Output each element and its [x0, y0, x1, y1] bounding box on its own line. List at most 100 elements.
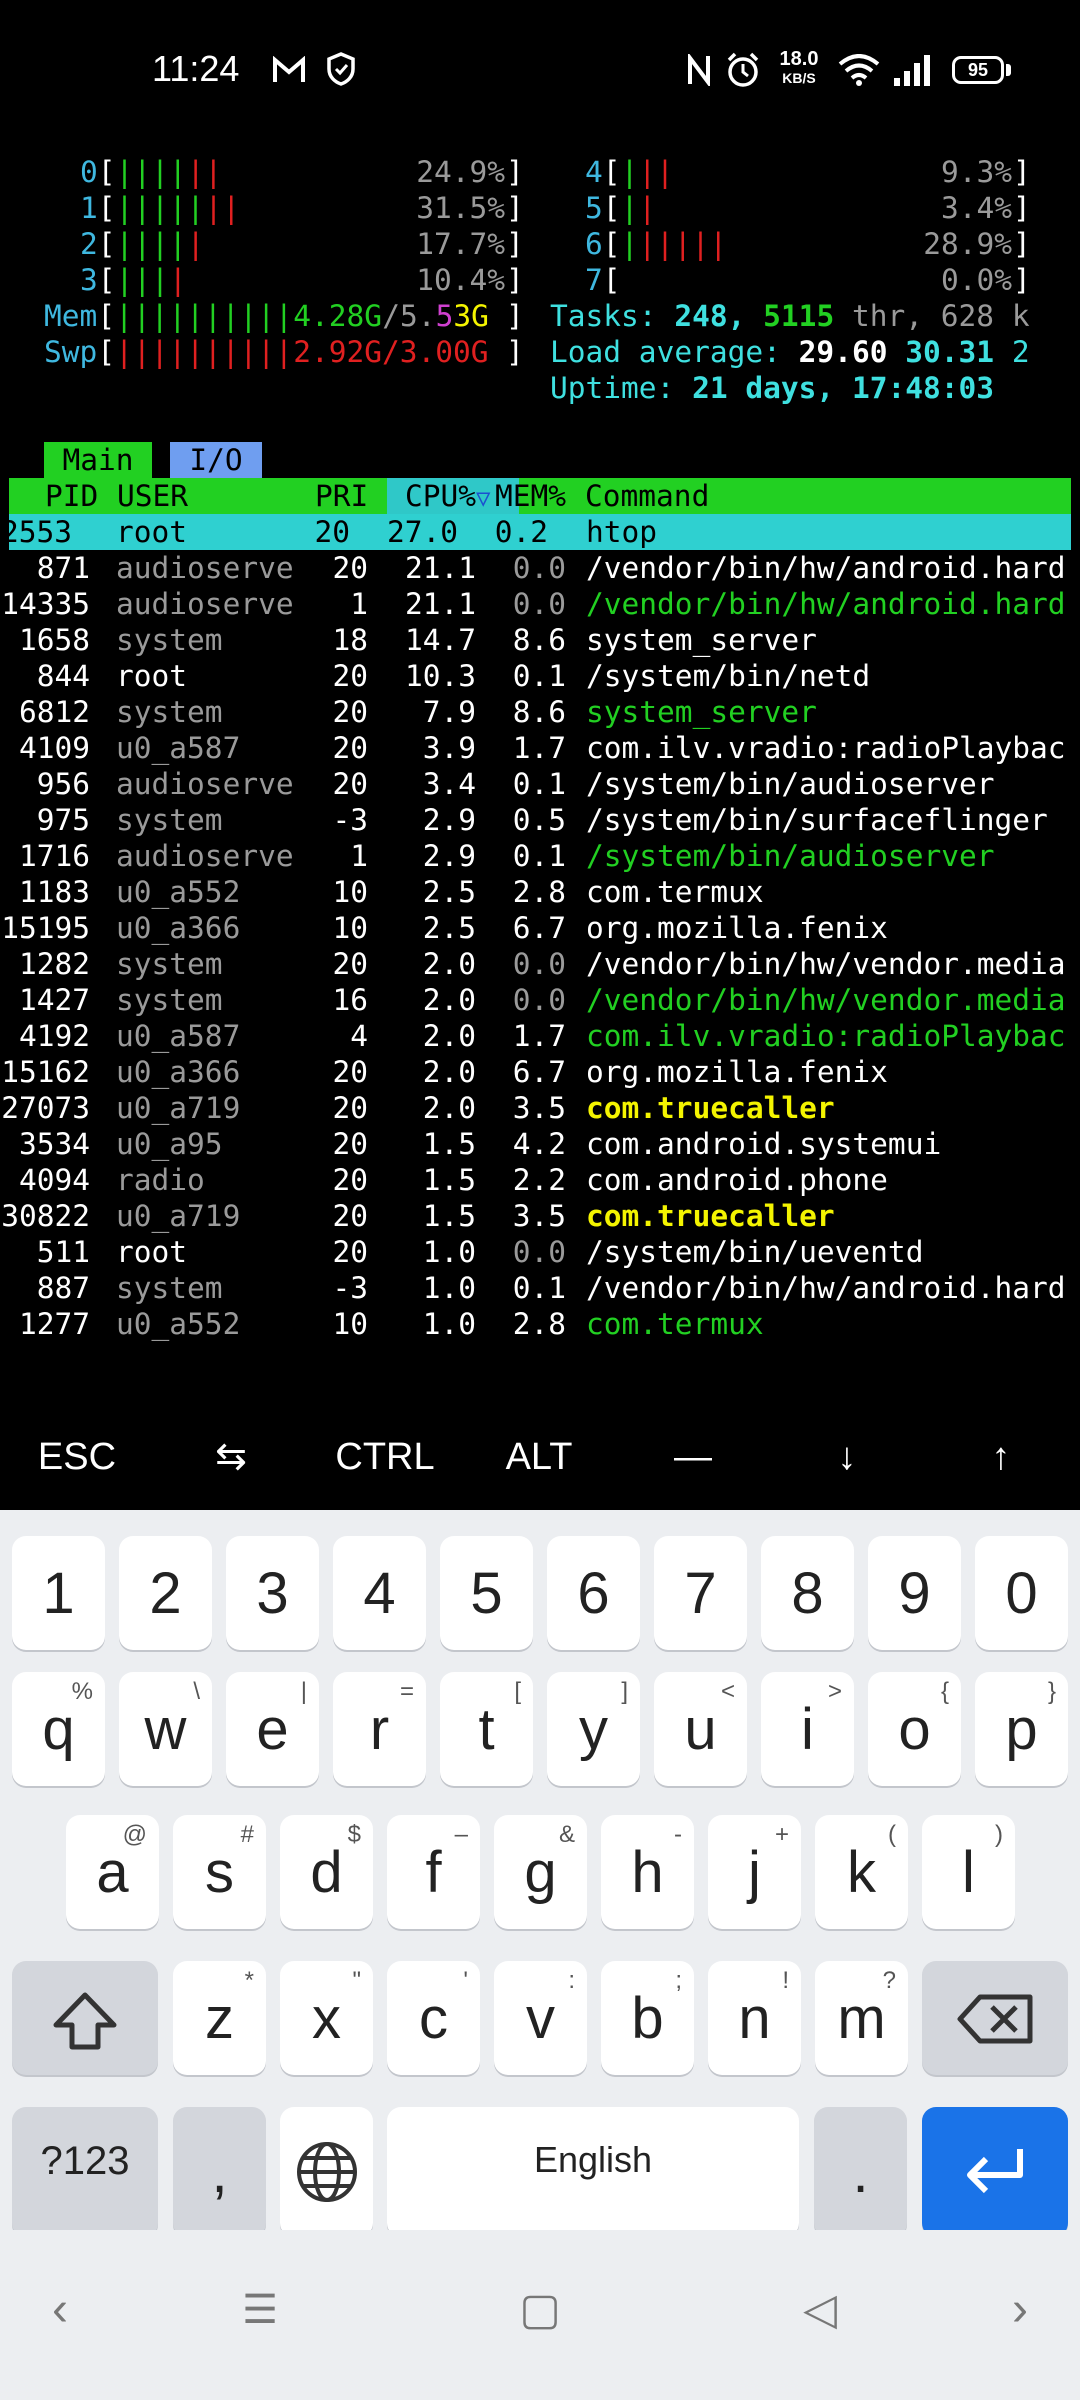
arrow-down-key[interactable]: ↓ [770, 1405, 924, 1510]
tab-main[interactable]: Main [44, 442, 152, 478]
language-key[interactable] [280, 2107, 373, 2237]
key-7[interactable]: 7 [654, 1536, 747, 1650]
backspace-key[interactable] [922, 1961, 1068, 2075]
process-row[interactable]: 956 audioserve 20 3.4 0.1/system/bin/audiose… [0, 766, 1080, 802]
key-m[interactable]: m? [815, 1961, 908, 2075]
key-s[interactable]: s # [173, 1815, 266, 1929]
backspace-icon [957, 1994, 1033, 2044]
process-row[interactable]: 14335 audioserve 1 21.1 0.0/vendor/bin/hw/an… [0, 586, 1080, 622]
process-row[interactable]: 1658 system 18 14.7 8.6 system_server [0, 622, 1080, 658]
key-4[interactable]: 4 [333, 1536, 426, 1650]
key-8[interactable]: 8 [761, 1536, 854, 1650]
column-command[interactable]: Command [585, 478, 709, 514]
key-h[interactable]: h- [601, 1815, 694, 1929]
dash-key[interactable]: — [616, 1405, 770, 1510]
process-row[interactable]: 1277 u0_a552 10 1.0 2.8 com.termux [0, 1306, 1080, 1342]
alt-key[interactable]: ALT [462, 1405, 616, 1510]
column-mem[interactable]: MEM% [495, 478, 566, 514]
process-user: system [116, 1271, 223, 1305]
enter-key[interactable] [922, 2107, 1068, 2237]
space-key[interactable]: English [387, 2107, 799, 2237]
process-row[interactable]: 1716 audioserve 1 2.9 0.1/system/bin/audiose… [0, 838, 1080, 874]
process-row[interactable]: 4109 u0_a587 20 3.9 1.7 com.ilv.vradio:radioP… [0, 730, 1080, 766]
htop-terminal[interactable]: 0[|||| || 24.9%] 1[||||| || 31.5%] 2[|||| | 17.7… [0, 144, 1080, 1522]
enter-icon [967, 2149, 1023, 2194]
nav-left-button[interactable]: ‹ [20, 2270, 100, 2350]
arrow-up-key[interactable]: ↑ [924, 1405, 1078, 1510]
key-v[interactable]: v: [494, 1961, 587, 2075]
process-row[interactable]: 2553 root 20 27.0 0.2 htop [1, 514, 1071, 550]
esc-key[interactable]: ESC [0, 1405, 154, 1510]
key-c[interactable]: c ' [387, 1961, 480, 2075]
key-w[interactable]: w \ [119, 1672, 212, 1786]
process-row[interactable]: 1183 u0_a552 10 2.5 2.8 com.termux [0, 874, 1080, 910]
column-user[interactable]: USER [117, 478, 188, 514]
process-cpu: 1.0 [422, 1235, 476, 1269]
nav-menu-button[interactable]: ☰ [220, 2270, 300, 2350]
process-row[interactable]: 30822 u0_a719 20 1.5 3.5 com.truecaller [0, 1198, 1080, 1234]
key-r[interactable]: r = [333, 1672, 426, 1786]
key-u[interactable]: u < [654, 1672, 747, 1786]
key-n[interactable]: n! [708, 1961, 801, 2075]
key-t[interactable]: t[ [440, 1672, 533, 1786]
key-p-label: p [1005, 1697, 1038, 1762]
process-row[interactable]: 15195 u0_a366 10 2.5 6.7 org.mozilla.fenix [0, 910, 1080, 946]
process-row[interactable]: 975 system -3 2.9 0.5/system/bin/surfaceflin… [0, 802, 1080, 838]
key-0[interactable]: 0 [975, 1536, 1068, 1650]
nav-right-button[interactable]: › [980, 2270, 1060, 2350]
process-command: com.android.systemui [586, 1127, 942, 1161]
process-row[interactable]: 27073 u0_a719 20 2.0 3.5 com.truecaller [0, 1090, 1080, 1126]
process-pid: 6812 [18, 695, 90, 729]
key-l[interactable]: l) [922, 1815, 1015, 1929]
symbols-key[interactable]: ?123 [12, 2107, 158, 2237]
key-i[interactable]: i > [761, 1672, 854, 1786]
process-row[interactable]: 511 root 20 1.0 0.0/system/bin/ueventd [0, 1234, 1080, 1270]
tab-io[interactable]: I/O [170, 442, 262, 478]
shift-key[interactable] [12, 1961, 158, 2075]
key-1[interactable]: 1 [12, 1536, 105, 1650]
key-2[interactable]: 2 [119, 1536, 212, 1650]
process-row[interactable]: 1427 system 16 2.0 0.0/vendor/bin/hw/vendor.… [0, 982, 1080, 1018]
key-o[interactable]: o{ [868, 1672, 961, 1786]
ctrl-key[interactable]: CTRL [308, 1405, 462, 1510]
process-row[interactable]: 3534 u0_a95 20 1.5 4.2 com.android.systemui [0, 1126, 1080, 1162]
key-z[interactable]: z * [173, 1961, 266, 2075]
mem-total-b: 5 [435, 299, 454, 333]
key-q[interactable]: q% [12, 1672, 105, 1786]
key-a[interactable]: a @ [66, 1815, 159, 1929]
process-user: u0_a366 [116, 1055, 241, 1089]
process-row[interactable]: 4094 radio 20 1.5 2.2 com.android.phone [0, 1162, 1080, 1198]
key-y[interactable]: y] [547, 1672, 640, 1786]
key-k[interactable]: k( [815, 1815, 908, 1929]
process-row[interactable]: 844 root 20 10.3 0.1/system/bin/netd [0, 658, 1080, 694]
process-cpu: 2.0 [422, 983, 476, 1017]
process-row[interactable]: 1282 system 20 2.0 0.0/vendor/bin/hw/vendor.… [0, 946, 1080, 982]
key-b[interactable]: b; [601, 1961, 694, 2075]
column-pri[interactable]: PRI [315, 478, 368, 514]
process-priority: 20 [332, 659, 368, 693]
key-6[interactable]: 6 [547, 1536, 640, 1650]
process-row[interactable]: 887 system -3 1.0 0.1/vendor/bin/hw/android.… [0, 1270, 1080, 1306]
column-pid[interactable]: PID [45, 478, 98, 514]
nav-back-button[interactable]: ◁ [780, 2270, 860, 2350]
key-e[interactable]: e | [226, 1672, 319, 1786]
key-p[interactable]: p} [975, 1672, 1068, 1786]
comma-key[interactable]: , [173, 2107, 266, 2237]
meter-bracket: ] [1013, 191, 1031, 225]
key-9[interactable]: 9 [868, 1536, 961, 1650]
key-j[interactable]: j + [708, 1815, 801, 1929]
key-5[interactable]: 5 [440, 1536, 533, 1650]
period-key[interactable]: . [814, 2107, 907, 2237]
process-row[interactable]: 871 audioserve 20 21.1 0.0/vendor/bin/hw/and… [0, 550, 1080, 586]
key-x[interactable]: x " [280, 1961, 373, 2075]
key-3[interactable]: 3 [226, 1536, 319, 1650]
key-g[interactable]: g & [494, 1815, 587, 1929]
process-row[interactable]: 6812 system 20 7.9 8.6 system_server [0, 694, 1080, 730]
process-row[interactable]: 15162 u0_a366 20 2.0 6.7 org.mozilla.fenix [0, 1054, 1080, 1090]
nav-home-button[interactable]: ▢ [500, 2270, 580, 2350]
process-row[interactable]: 4192 u0_a587 4 2.0 1.7 com.ilv.vradio:radioPl… [0, 1018, 1080, 1054]
key-f[interactable]: f – [387, 1815, 480, 1929]
tab-key[interactable]: ⇆ [154, 1405, 308, 1510]
sort-descending-icon: ▽ [476, 484, 491, 512]
key-d[interactable]: d $ [280, 1815, 373, 1929]
